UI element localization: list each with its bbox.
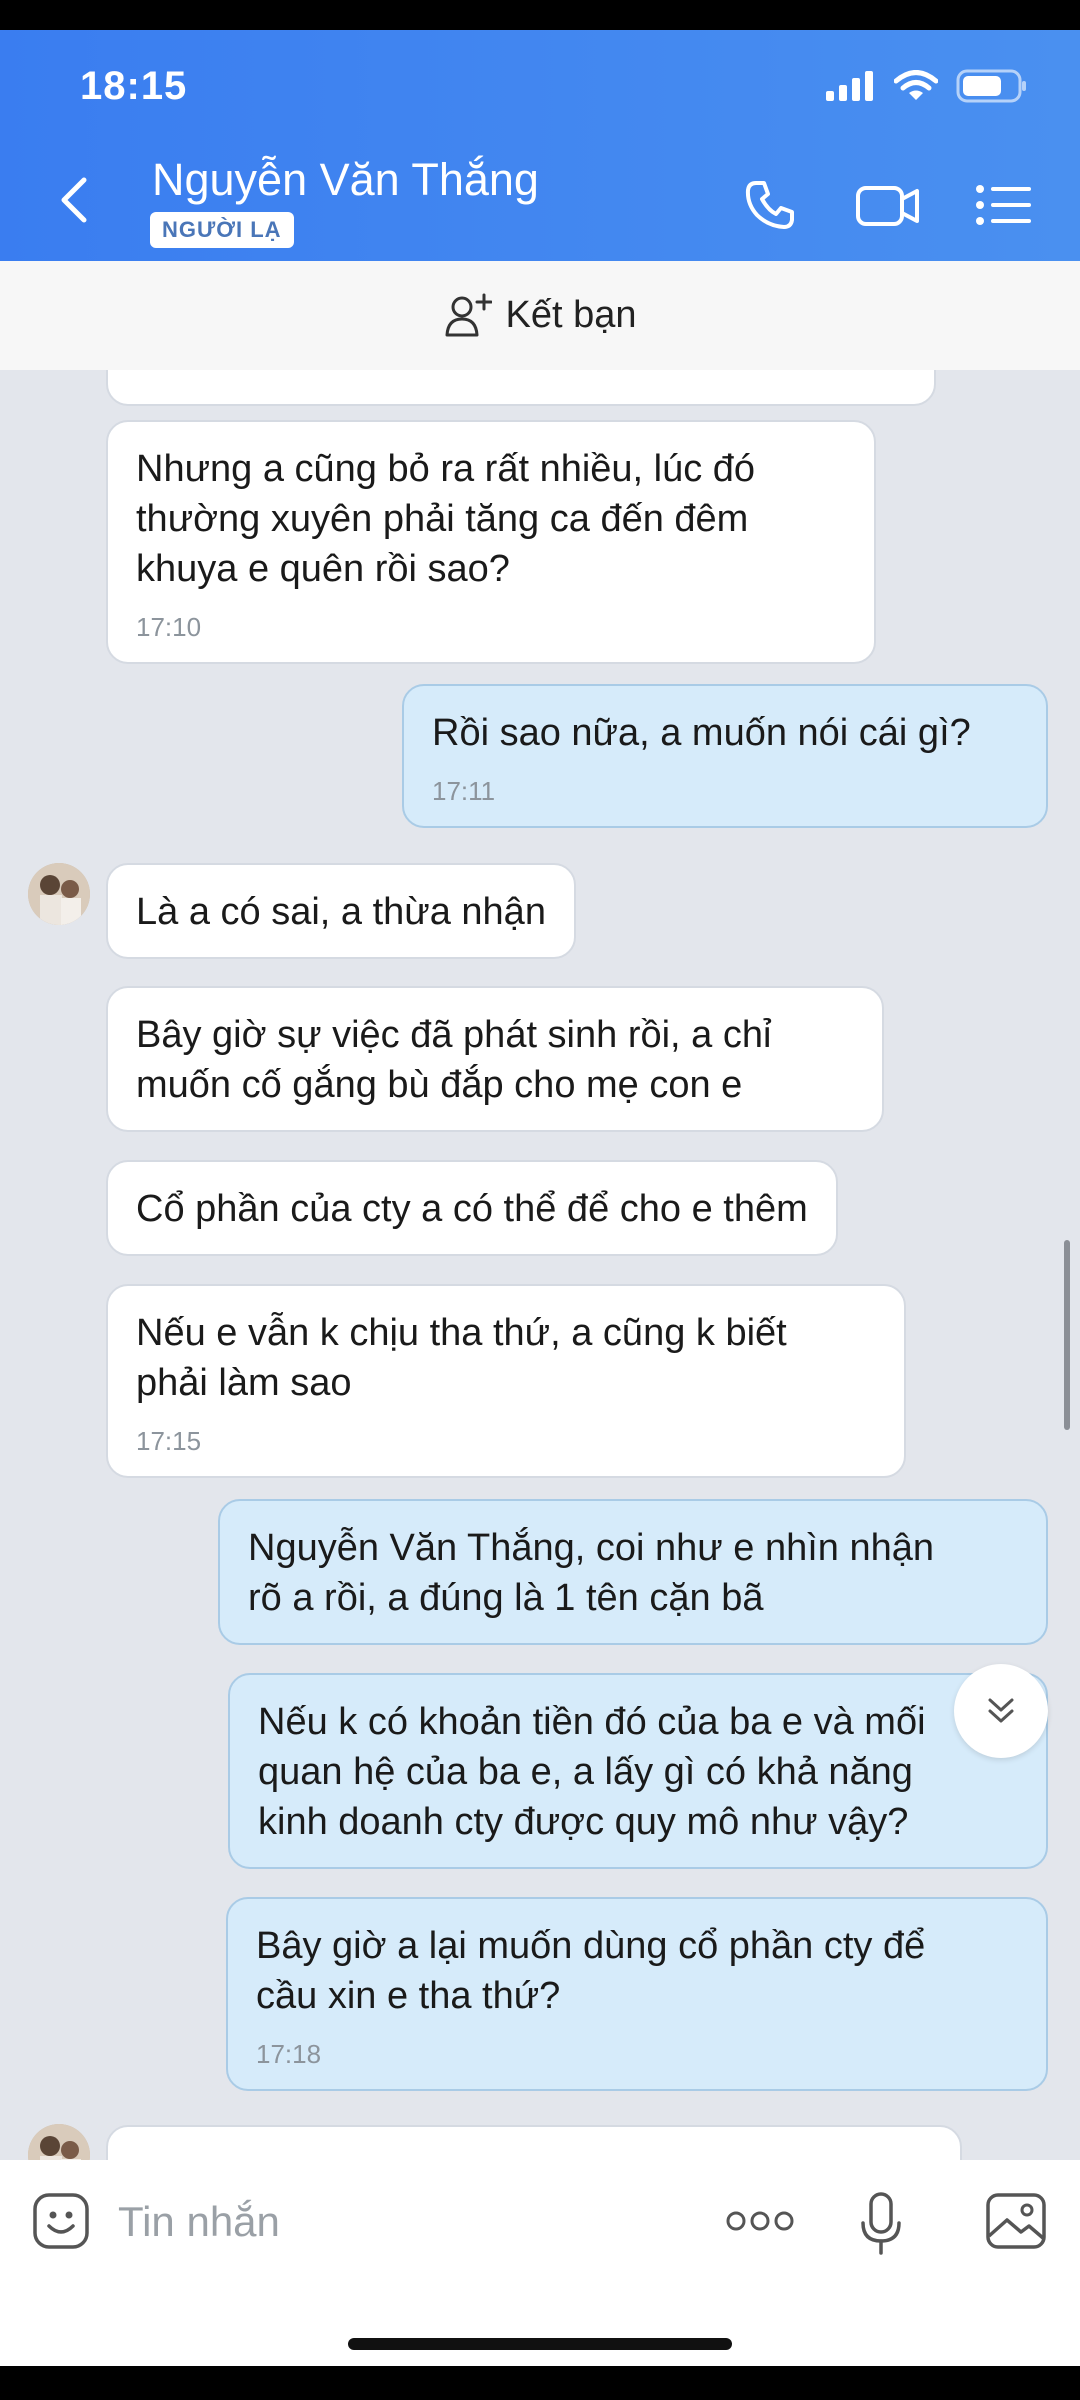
message-time: 17:10 [136,612,202,642]
video-call-icon [856,186,919,226]
message-text: Bây giờ sự việc đã phát sinh rồi, a chỉ … [136,1014,772,1106]
wifi-icon [894,70,938,100]
menu-list-icon [976,185,1031,225]
message-bubble[interactable]: Rồi sao nữa, a muốn nói cái gì? 17:11 [402,684,1048,828]
home-indicator [348,2338,732,2350]
message-composer [0,2160,1080,2366]
image-icon [986,2193,1046,2249]
add-friend-button[interactable]: Kết bạn [0,261,1080,370]
partial-message-bottom [106,2125,962,2160]
call-button[interactable] [730,170,810,240]
message-bubble[interactable]: Nếu k có khoản tiền đó của ba e và mối q… [228,1673,1048,1869]
message-time: 17:15 [136,1426,202,1456]
sticker-button[interactable] [30,2190,92,2252]
message-text: Rồi sao nữa, a muốn nói cái gì? [432,712,971,754]
double-chevron-down-icon [988,1698,1014,1723]
contact-avatar[interactable] [28,2124,90,2160]
message-bubble[interactable]: Nguyễn Văn Thắng, coi như e nhìn nhận rõ… [218,1499,1048,1645]
top-band [0,0,1080,30]
bottom-band [0,2366,1080,2400]
message-input[interactable] [118,2192,678,2252]
contact-avatar[interactable] [28,863,90,925]
message-bubble[interactable]: Bây giờ sự việc đã phát sinh rồi, a chỉ … [106,986,884,1132]
add-friend-label: Kết bạn [505,294,637,336]
phone-icon [745,181,794,229]
message-bubble[interactable]: Bây giờ a lại muốn dùng cổ phần cty để c… [226,1897,1048,2091]
signal-icon [826,71,873,101]
microphone-icon [861,2192,901,2255]
gallery-button[interactable] [984,2190,1048,2252]
scroll-indicator[interactable] [1064,1240,1070,1430]
message-bubble[interactable]: Là a có sai, a thừa nhận [106,863,576,959]
menu-button[interactable] [964,170,1044,240]
message-text: Cổ phần của cty a có thể để cho e thêm [136,1188,808,1230]
message-list[interactable]: Nhưng a cũng bỏ ra rất nhiều, lúc đó thư… [0,370,1080,2160]
scroll-to-bottom-button[interactable] [954,1664,1048,1758]
add-friend-icon [445,293,492,336]
message-text: Là a có sai, a thừa nhận [136,891,546,933]
sticker-icon [33,2193,89,2249]
message-bubble[interactable]: Nhưng a cũng bỏ ra rất nhiều, lúc đó thư… [106,420,876,664]
chat-header: 18:15 Nguyễn Văn Thắng NGƯỜI LẠ [0,30,1080,261]
message-text: Nếu e vẫn k chịu tha thứ, a cũng k biết … [136,1312,787,1404]
message-text: Nếu k có khoản tiền đó của ba e và mối q… [258,1701,926,1843]
contact-name[interactable]: Nguyễn Văn Thắng [152,154,539,206]
message-bubble[interactable]: Nếu e vẫn k chịu tha thứ, a cũng k biết … [106,1284,906,1478]
battery-icon [956,69,1026,103]
status-icons [826,66,1028,106]
message-text: Nhưng a cũng bỏ ra rất nhiều, lúc đó thư… [136,448,756,590]
back-icon [61,177,87,223]
message-text: Bây giờ a lại muốn dùng cổ phần cty để c… [256,1925,926,2017]
more-button[interactable] [724,2204,796,2238]
video-call-button[interactable] [848,170,928,240]
message-bubble[interactable]: Cổ phần của cty a có thể để cho e thêm [106,1160,838,1256]
more-icon [726,2211,794,2231]
message-time: 17:11 [432,776,496,806]
stranger-badge: NGƯỜI LẠ [150,212,294,248]
message-text: Nguyễn Văn Thắng, coi như e nhìn nhận rõ… [248,1527,935,1619]
voice-button[interactable] [856,2190,906,2258]
partial-message-top [106,370,936,406]
message-time: 17:18 [256,2039,322,2069]
back-button[interactable] [44,170,104,230]
status-time: 18:15 [80,64,188,108]
